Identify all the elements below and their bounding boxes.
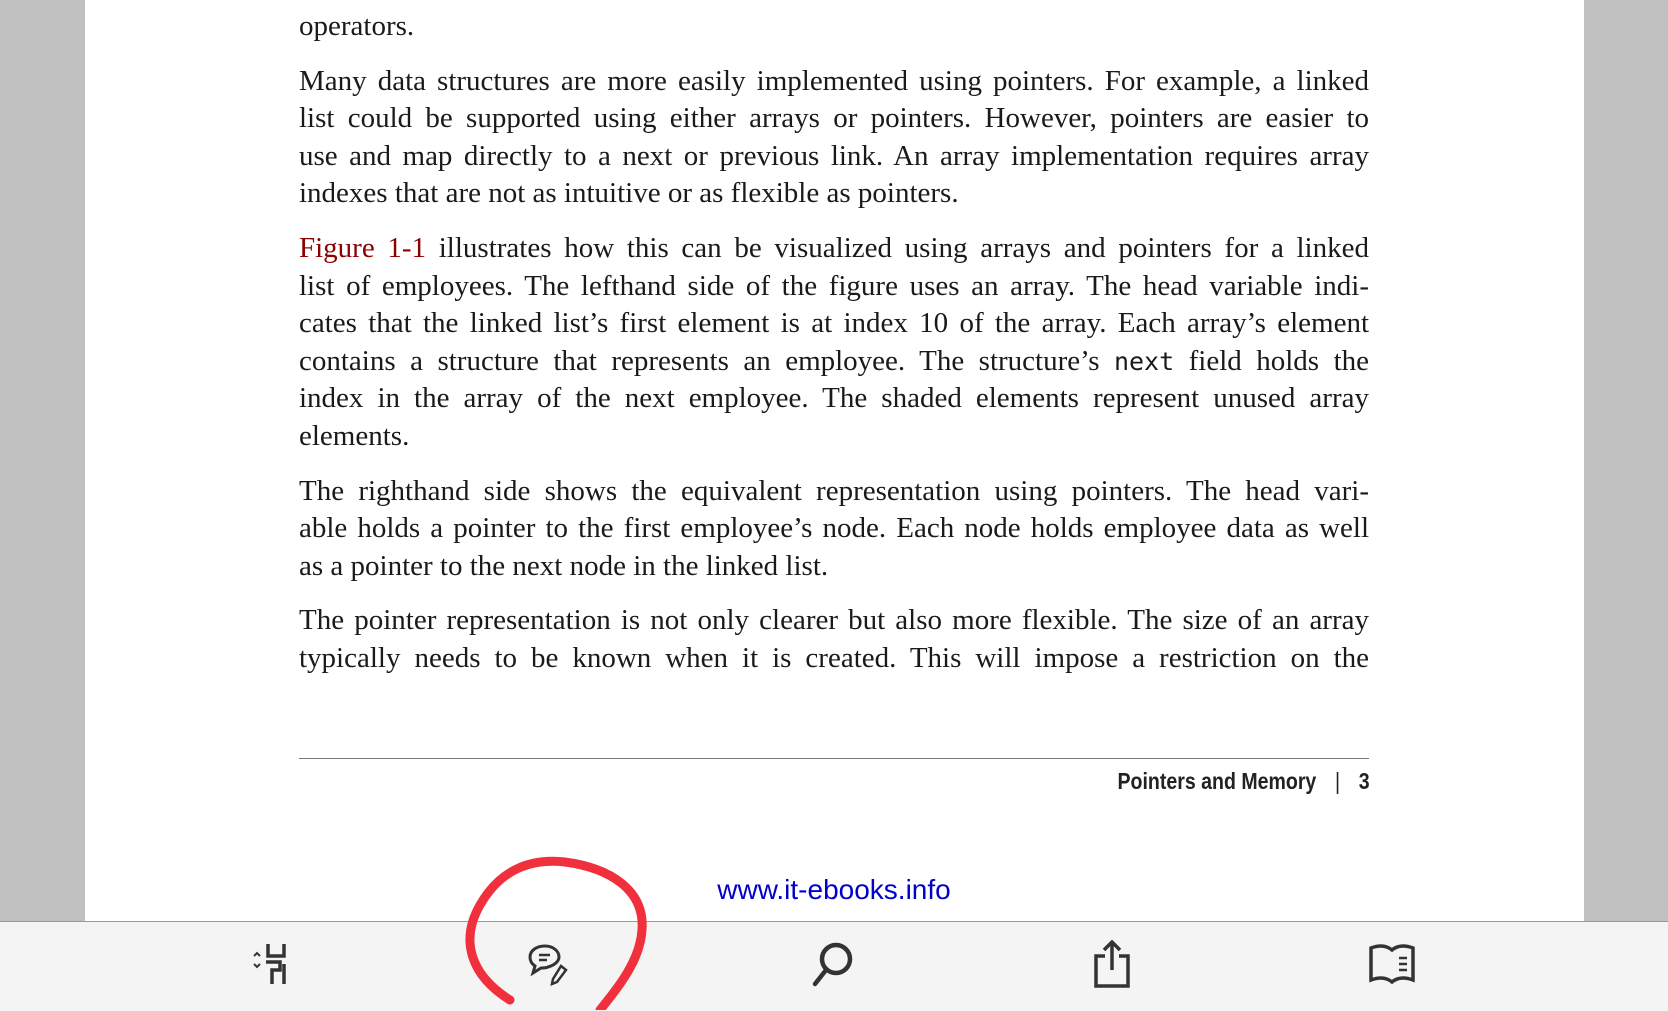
text-line: indexes that are not as intuitive or as … bbox=[299, 177, 959, 210]
text-line: use and map directly to a next or previo… bbox=[299, 139, 1369, 172]
annotate-button[interactable] bbox=[525, 940, 575, 990]
body-text: operators. Many data structures are more… bbox=[299, 0, 1369, 695]
comment-edit-icon bbox=[528, 944, 568, 987]
text-line: The righthand side shows the equivalent … bbox=[299, 474, 1369, 507]
page-layout-button[interactable] bbox=[248, 940, 298, 990]
footer-separator: | bbox=[1335, 768, 1341, 794]
share-button[interactable] bbox=[1087, 939, 1137, 990]
page-layout-icon bbox=[253, 944, 286, 984]
text-line: able holds a pointer to the first employ… bbox=[299, 512, 1369, 545]
paragraph-0: operators. bbox=[299, 8, 1369, 46]
text-line: index in the array of the next employee.… bbox=[299, 382, 1369, 415]
paragraph-4: The pointer representation is not only c… bbox=[299, 602, 1369, 677]
text-line: typically needs to be known when it is c… bbox=[299, 641, 1369, 674]
paragraph-1: Many data structures are more easily imp… bbox=[299, 63, 1369, 213]
chapter-title: Pointers and Memory bbox=[1117, 768, 1317, 794]
text-line: list of employees. The lefthand side of … bbox=[299, 269, 1369, 302]
text-line: as a pointer to the next node in the lin… bbox=[299, 549, 829, 582]
code-span: next bbox=[1113, 346, 1175, 376]
text-line: operators. bbox=[299, 10, 415, 42]
bookmarks-icon bbox=[1369, 944, 1415, 985]
bottom-toolbar bbox=[0, 921, 1668, 1011]
bookmarks-button[interactable] bbox=[1367, 940, 1417, 990]
text-line: list could be supported using either arr… bbox=[299, 102, 1369, 135]
page-number: 3 bbox=[1359, 768, 1370, 794]
paragraph-3: The righthand side shows the equivalent … bbox=[299, 473, 1369, 586]
site-watermark: www.it-ebooks.info bbox=[717, 874, 951, 905]
text-line: cates that the linked list’s first eleme… bbox=[299, 307, 1369, 340]
text-span: contains a structure that represents an … bbox=[299, 344, 1114, 377]
share-icon bbox=[1094, 939, 1130, 988]
document-page: operators. Many data structures are more… bbox=[85, 0, 1584, 921]
running-footer: Pointers and Memory | 3 bbox=[1118, 768, 1370, 795]
text-line: Figure 1-1 illustrates how this can be v… bbox=[299, 230, 1369, 268]
text-line: Many data structures are more easily imp… bbox=[299, 64, 1369, 97]
text-span: illustrates how this can be visualized u… bbox=[426, 231, 1369, 264]
text-line: The pointer representation is not only c… bbox=[299, 604, 1369, 637]
search-button[interactable] bbox=[808, 940, 858, 990]
footer-rule bbox=[299, 758, 1369, 759]
paragraph-2: Figure 1-1 illustrates how this can be v… bbox=[299, 230, 1369, 456]
text-span: field holds the bbox=[1174, 344, 1369, 377]
text-line: elements. bbox=[299, 419, 410, 452]
text-line: contains a structure that represents an … bbox=[299, 343, 1369, 381]
figure-link[interactable]: Figure 1-1 bbox=[299, 232, 426, 264]
search-icon bbox=[812, 942, 853, 987]
